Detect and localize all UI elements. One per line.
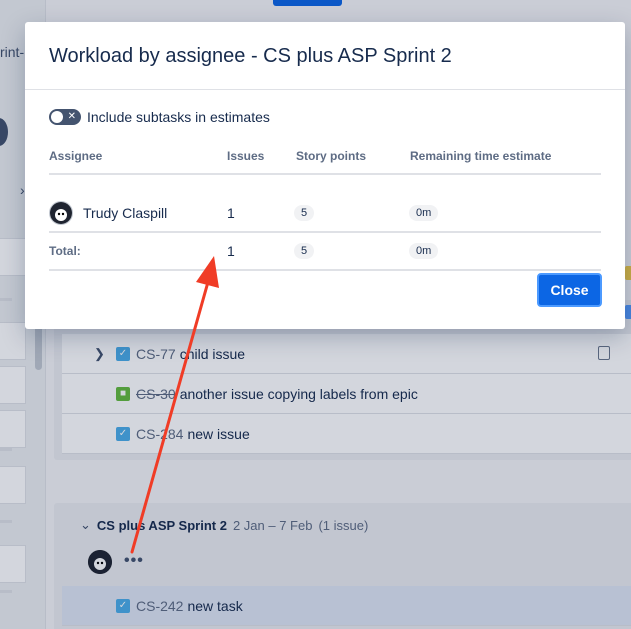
- total-issues-cell: 1: [227, 243, 235, 259]
- avatar: [49, 201, 73, 225]
- include-subtasks-toggle[interactable]: ✕: [49, 109, 81, 125]
- close-icon: ✕: [67, 111, 76, 122]
- story-points-cell: 5: [294, 195, 315, 231]
- assignee-name: Trudy Claspill: [83, 205, 168, 221]
- total-story-points-cell: 5: [294, 233, 315, 269]
- total-label-text: Total:: [49, 244, 81, 258]
- issues-cell: 1: [227, 205, 235, 221]
- remaining-badge: 0m: [409, 205, 439, 221]
- table-total-row: Total: 1 5 0m: [49, 233, 601, 271]
- total-remaining-badge: 0m: [409, 243, 439, 259]
- column-header-story-points: Story points: [296, 149, 367, 163]
- table-header-row: Assignee Issues Story points Remaining t…: [49, 143, 601, 175]
- column-header-remaining: Remaining time estimate: [410, 149, 552, 163]
- table-row: Trudy Claspill 1 5 0m: [49, 195, 601, 233]
- total-label: Total:: [49, 233, 81, 269]
- divider: [25, 89, 625, 90]
- column-header-issues: Issues: [227, 149, 265, 163]
- remaining-cell: 0m: [409, 195, 439, 231]
- close-button[interactable]: Close: [537, 273, 602, 307]
- story-points-badge: 5: [294, 205, 315, 221]
- toggle-knob: [51, 111, 63, 123]
- toggle-label: Include subtasks in estimates: [87, 109, 270, 125]
- dialog-title: Workload by assignee - CS plus ASP Sprin…: [49, 45, 452, 67]
- total-story-points-badge: 5: [294, 243, 315, 259]
- assignee-cell: Trudy Claspill: [49, 195, 167, 231]
- total-remaining-cell: 0m: [409, 233, 439, 269]
- subtasks-toggle-row[interactable]: ✕ Include subtasks in estimates: [49, 109, 270, 125]
- column-header-assignee: Assignee: [49, 149, 103, 163]
- workload-dialog: Workload by assignee - CS plus ASP Sprin…: [25, 22, 625, 329]
